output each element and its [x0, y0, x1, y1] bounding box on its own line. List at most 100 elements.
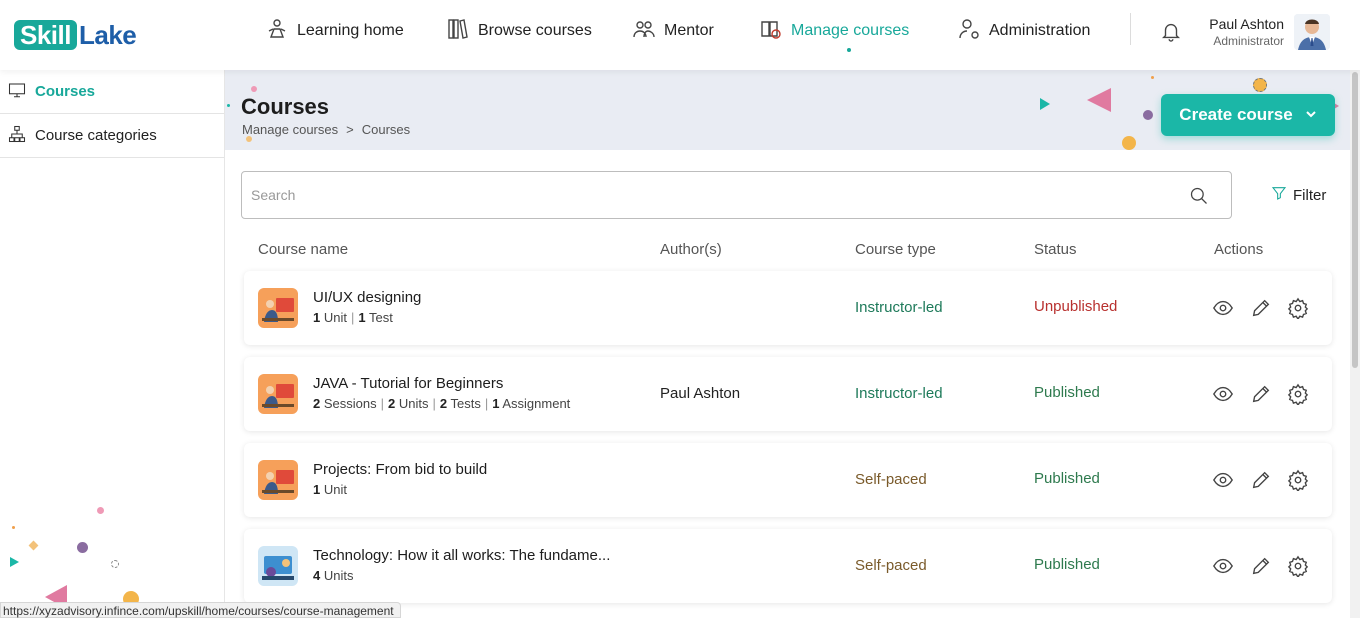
books-icon — [446, 17, 470, 46]
course-meta: 1 Unit — [313, 482, 347, 497]
meta-label: Test — [369, 310, 393, 325]
decoration-dot — [1151, 76, 1154, 79]
monitor-icon — [8, 81, 26, 103]
logo-skill: Skill — [14, 20, 77, 50]
table-row[interactable]: Technology: How it all works: The fundam… — [244, 529, 1332, 603]
filter-button[interactable]: Filter — [1271, 185, 1326, 205]
sidebar: Courses Course categories — [0, 70, 225, 618]
admin-icon — [957, 17, 981, 46]
nav-administration[interactable]: Administration — [957, 16, 1090, 46]
nav-browse-courses[interactable]: Browse courses — [446, 16, 592, 46]
course-type: Self-paced — [855, 471, 927, 488]
pencil-icon[interactable] — [1250, 383, 1272, 405]
decoration-triangle — [1087, 88, 1111, 112]
course-type: Instructor-led — [855, 299, 943, 316]
logo-lake: Lake — [78, 19, 137, 50]
meta-label: Tests — [450, 396, 481, 411]
create-course-label: Create course — [1179, 105, 1293, 124]
eye-icon[interactable] — [1212, 469, 1234, 491]
nav-manage-courses[interactable]: Manage courses — [759, 16, 909, 46]
course-status: Published — [1034, 384, 1100, 401]
meta-count: 1 — [313, 310, 321, 325]
eye-icon[interactable] — [1212, 297, 1234, 319]
course-meta: 2 Sessions | 2 Units | 2 Tests | 1 Assignment — [313, 396, 570, 411]
filter-label: Filter — [1293, 186, 1327, 204]
nav-browse-courses-label: Browse courses — [478, 22, 592, 39]
meta-label: Units — [323, 568, 354, 583]
decoration-dot — [251, 86, 257, 92]
bell-icon[interactable] — [1160, 20, 1182, 42]
course-thumbnail — [258, 546, 298, 586]
meta-count: 1 — [492, 396, 500, 411]
search-box — [241, 171, 1232, 219]
column-header-course-type: Course type — [855, 241, 936, 258]
course-status: Published — [1034, 470, 1100, 487]
scrollbar-thumb[interactable] — [1352, 72, 1358, 368]
decoration-dot — [1253, 78, 1267, 92]
mentor-icon — [632, 17, 656, 46]
gear-icon[interactable] — [1287, 469, 1309, 493]
decoration-dot — [28, 540, 39, 551]
meta-count: 2 — [313, 396, 321, 411]
sidebar-item-courses-label: Courses — [35, 83, 96, 100]
sidebar-item-course-categories[interactable]: Course categories — [0, 114, 224, 158]
skilllake-logo[interactable]: Skill Lake — [14, 19, 137, 50]
gear-icon[interactable] — [1287, 297, 1309, 321]
table-row[interactable]: UI/UX designing 1 Unit | 1 Test Instructor-l… — [244, 271, 1332, 345]
course-name[interactable]: Technology: How it all works: The fundam… — [313, 547, 610, 564]
course-thumbnail — [258, 374, 298, 414]
meta-count: 2 — [388, 396, 396, 411]
nav-administration-label: Administration — [989, 22, 1091, 39]
meta-label: Unit — [323, 482, 347, 497]
sidebar-item-courses[interactable]: Courses — [0, 70, 224, 114]
decoration-dot — [12, 526, 15, 529]
meta-count: 1 — [358, 310, 366, 325]
chevron-down-icon — [1305, 105, 1317, 125]
active-nav-indicator — [847, 48, 851, 52]
pencil-icon[interactable] — [1250, 469, 1272, 491]
nav-learning-home-label: Learning home — [297, 22, 404, 39]
breadcrumb: Manage courses > Courses — [242, 122, 410, 137]
sidebar-item-course-categories-label: Course categories — [35, 127, 157, 144]
meta-separator: | — [380, 396, 384, 411]
breadcrumb-manage-courses[interactable]: Manage courses — [242, 122, 338, 137]
nav-manage-courses-label: Manage courses — [791, 22, 910, 39]
create-course-button[interactable]: Create course — [1161, 94, 1335, 136]
course-name[interactable]: UI/UX designing — [313, 289, 421, 306]
meta-count: 4 — [313, 568, 321, 583]
meta-label: Unit — [323, 310, 347, 325]
pencil-icon[interactable] — [1250, 297, 1272, 319]
course-type: Instructor-led — [855, 385, 943, 402]
status-bar-url: https://xyzadvisory.infince.com/upskill/… — [0, 602, 401, 618]
table-row[interactable]: JAVA - Tutorial for Beginners 2 Sessions |… — [244, 357, 1332, 431]
pencil-icon[interactable] — [1250, 555, 1272, 577]
table-row[interactable]: Projects: From bid to build 1 Unit Self-pa… — [244, 443, 1332, 517]
eye-icon[interactable] — [1212, 383, 1234, 405]
scrollbar[interactable] — [1350, 70, 1360, 618]
search-input[interactable] — [251, 172, 1171, 218]
gear-icon[interactable] — [1287, 555, 1309, 579]
course-type: Self-paced — [855, 557, 927, 574]
meta-separator: | — [350, 310, 355, 325]
column-header-course-name: Course name — [258, 241, 349, 258]
nav-learning-home[interactable]: Learning home — [265, 16, 404, 46]
user-name[interactable]: Paul Ashton — [1207, 16, 1284, 32]
course-meta: 4 Units — [313, 568, 353, 583]
page-title: Courses — [241, 94, 330, 119]
meta-label: Sessions — [323, 396, 377, 411]
avatar[interactable] — [1294, 14, 1330, 50]
page-header: Courses Manage courses > Courses Create … — [225, 70, 1350, 150]
course-status: Unpublished — [1034, 298, 1118, 315]
search-icon[interactable] — [1189, 186, 1209, 206]
gear-icon[interactable] — [1287, 383, 1309, 407]
course-name[interactable]: Projects: From bid to build — [313, 461, 487, 478]
eye-icon[interactable] — [1212, 555, 1234, 577]
nav-mentor-label: Mentor — [664, 22, 714, 39]
course-name[interactable]: JAVA - Tutorial for Beginners — [313, 375, 503, 392]
course-list-panel: Filter Course name Author(s) Course type… — [225, 150, 1350, 618]
decoration-dot — [246, 136, 252, 142]
nav-mentor[interactable]: Mentor — [632, 16, 714, 46]
meta-label: Assignment — [502, 396, 571, 411]
column-header-actions: Actions — [1214, 241, 1264, 258]
decoration-triangle — [1040, 98, 1050, 110]
